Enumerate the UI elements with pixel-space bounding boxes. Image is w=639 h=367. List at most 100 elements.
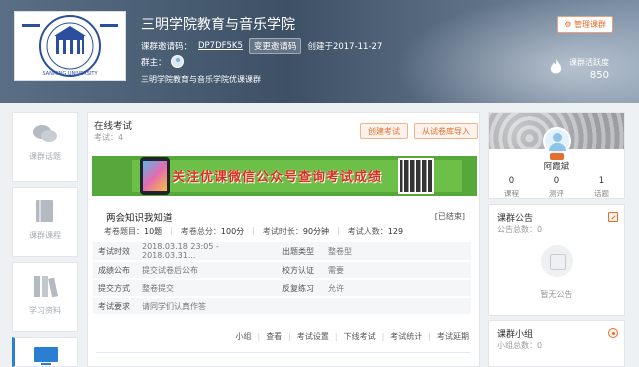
action-view[interactable]: 查看 [266, 331, 282, 342]
user-stats: 0 课程 0 测评 1 话题 [489, 176, 624, 198]
owner-label: 群主： [141, 57, 167, 68]
empty-announcement-icon [540, 245, 573, 277]
info-key: 考试要求 [93, 297, 137, 316]
course-group-header: SANMING UNIVERSITY 三明学院教育与音乐学院 课群邀请码： DP… [0, 0, 639, 103]
owner-row: 群主： [141, 55, 184, 68]
stat-questions: 考卷题目：10题 [104, 227, 163, 236]
quiz-actions: 小组 | 查看 | 考试设置 | 下线考试 | 考试统计 | 考试延期 [235, 331, 469, 342]
group-title: 三明学院教育与音乐学院 [141, 17, 295, 33]
stat-label: 测评 [549, 189, 564, 198]
exam-count: 考试：4 [94, 133, 124, 142]
table-row: 成绩公布 提交试卷后公布 校方认证 需要 [93, 261, 471, 280]
nav-materials[interactable]: 学习资料 [12, 262, 78, 332]
quiz-info-table: 考试时效 2018.03.18 23:05 - 2018.03.31... 出题… [93, 242, 471, 316]
stat-divider: | [337, 226, 340, 235]
stat-value: 0 [508, 176, 515, 186]
nav-courses[interactable]: 课群课程 [12, 187, 78, 257]
table-row: 考试要求 请同学们认真作答 [93, 297, 471, 316]
manage-group-button[interactable]: ⚙ 管理课群 [557, 16, 613, 33]
wechat-banner[interactable]: 关注优课微信公众号查询考试成绩 [92, 156, 477, 196]
info-value: 请同学们认真作答 [137, 297, 471, 316]
info-key: 校方认证 [277, 261, 323, 280]
action-statistics[interactable]: 考试统计 [390, 331, 422, 342]
empty-announcement-text: 暂无公告 [540, 290, 573, 299]
stat-divider: | [170, 226, 173, 235]
edit-announcement-icon[interactable] [608, 212, 618, 222]
import-exam-button[interactable]: 从试卷库导入 [414, 123, 478, 139]
info-value: 提交试卷后公布 [137, 261, 277, 280]
stat-value: 1 [598, 176, 605, 186]
qr-code [398, 158, 434, 194]
groups-title: 课群小组 [497, 330, 534, 340]
sanming-university-logo-icon: SANMING UNIVERSITY [22, 15, 118, 77]
info-value: 需要 [323, 261, 471, 280]
add-group-icon[interactable] [608, 328, 618, 338]
info-key: 反复练习 [277, 279, 323, 298]
user-avatar[interactable] [542, 127, 571, 155]
chat-icon [33, 125, 57, 142]
create-exam-button[interactable]: 创建考试 [360, 123, 408, 139]
invite-code-link[interactable]: DP7DF5K5 [198, 41, 243, 51]
action-settings[interactable]: 考试设置 [297, 331, 329, 342]
action-divider: | [288, 332, 291, 341]
stat-total-score: 考卷总分：100分 [180, 227, 245, 236]
action-extend[interactable]: 考试延期 [437, 331, 469, 342]
manage-label: 管理课群 [574, 20, 606, 29]
change-invite-button[interactable]: 变更邀请码 [248, 38, 302, 54]
groups-count: 小组总数：0 [497, 341, 543, 350]
monitor-icon [34, 347, 58, 365]
action-divider: | [381, 332, 385, 341]
nav-exams[interactable] [12, 337, 78, 367]
panel-title: 在线考试 [94, 121, 133, 132]
flame-icon [550, 59, 562, 74]
stat-courses[interactable]: 0 课程 [489, 176, 534, 198]
profile-card: 阿霞斌 0 课程 0 测评 1 话题 [488, 112, 625, 199]
info-key: 出题类型 [277, 242, 323, 262]
user-name[interactable]: 阿霞斌 [489, 160, 624, 172]
table-row: 考试时效 2018.03.18 23:05 - 2018.03.31... 出题… [93, 242, 471, 262]
owner-badge [549, 153, 564, 160]
banner-text: 关注优课微信公众号查询考试成绩 [172, 170, 383, 185]
info-value: 允许 [323, 279, 471, 298]
quiz-stats: 考卷题目：10题 | 考卷总分：100分 | 考试时长：90分钟 | 考试人数：… [104, 226, 403, 237]
stat-divider: | [252, 226, 255, 235]
nav-courses-label: 课群课程 [29, 231, 61, 240]
university-logo: SANMING UNIVERSITY [14, 11, 126, 81]
owner-avatar[interactable] [170, 55, 184, 68]
nav-topics[interactable]: 课群话题 [12, 112, 78, 182]
book-icon [36, 200, 53, 222]
stat-label: 课程 [504, 189, 519, 198]
action-divider: | [257, 332, 261, 341]
info-value: 整卷提交 [137, 279, 277, 298]
section-divider [96, 352, 471, 353]
action-group[interactable]: 小组 [235, 331, 251, 342]
info-key: 成绩公布 [93, 261, 137, 280]
activity-value: 850 [589, 70, 609, 81]
table-row: 提交方式 整卷提交 反复练习 允许 [93, 279, 471, 298]
info-value: 整卷型 [323, 242, 471, 262]
created-date: 创建于2017-11-27 [307, 42, 383, 52]
stat-topics[interactable]: 1 话题 [579, 176, 624, 198]
stat-value: 0 [553, 176, 560, 186]
library-icon [34, 276, 58, 298]
announcement-card: 课群公告 公告总数：0 暂无公告 [488, 204, 625, 316]
online-exam-panel: 在线考试 考试：4 创建考试 从试卷库导入 关注优课微信公众号查询考试成绩 两会… [87, 112, 480, 367]
info-value: 2018.03.18 23:05 - 2018.03.31... [137, 242, 277, 262]
quiz-name[interactable]: 两会知识我知道 [106, 210, 173, 224]
announcement-title: 课群公告 [497, 214, 534, 224]
invite-row: 课群邀请码： DP7DF5K5 变更邀请码 创建于2017-11-27 [141, 38, 382, 54]
action-offline[interactable]: 下线考试 [344, 331, 376, 342]
svg-text:SANMING UNIVERSITY: SANMING UNIVERSITY [42, 71, 98, 77]
quiz-status-badge: [已结束] [434, 212, 465, 221]
action-divider: | [334, 332, 338, 341]
phone-screen [143, 161, 167, 191]
nav-materials-label: 学习资料 [29, 306, 61, 315]
info-key: 考试时效 [93, 242, 137, 262]
info-key: 提交方式 [93, 279, 137, 298]
nav-topics-label: 课群话题 [29, 152, 61, 161]
invite-label: 课群邀请码： [141, 42, 193, 52]
gear-icon: ⚙ [564, 20, 572, 29]
stat-evaluations[interactable]: 0 测评 [534, 176, 579, 198]
stat-participants: 考试人数：129 [347, 227, 404, 236]
stat-label: 话题 [594, 189, 609, 198]
